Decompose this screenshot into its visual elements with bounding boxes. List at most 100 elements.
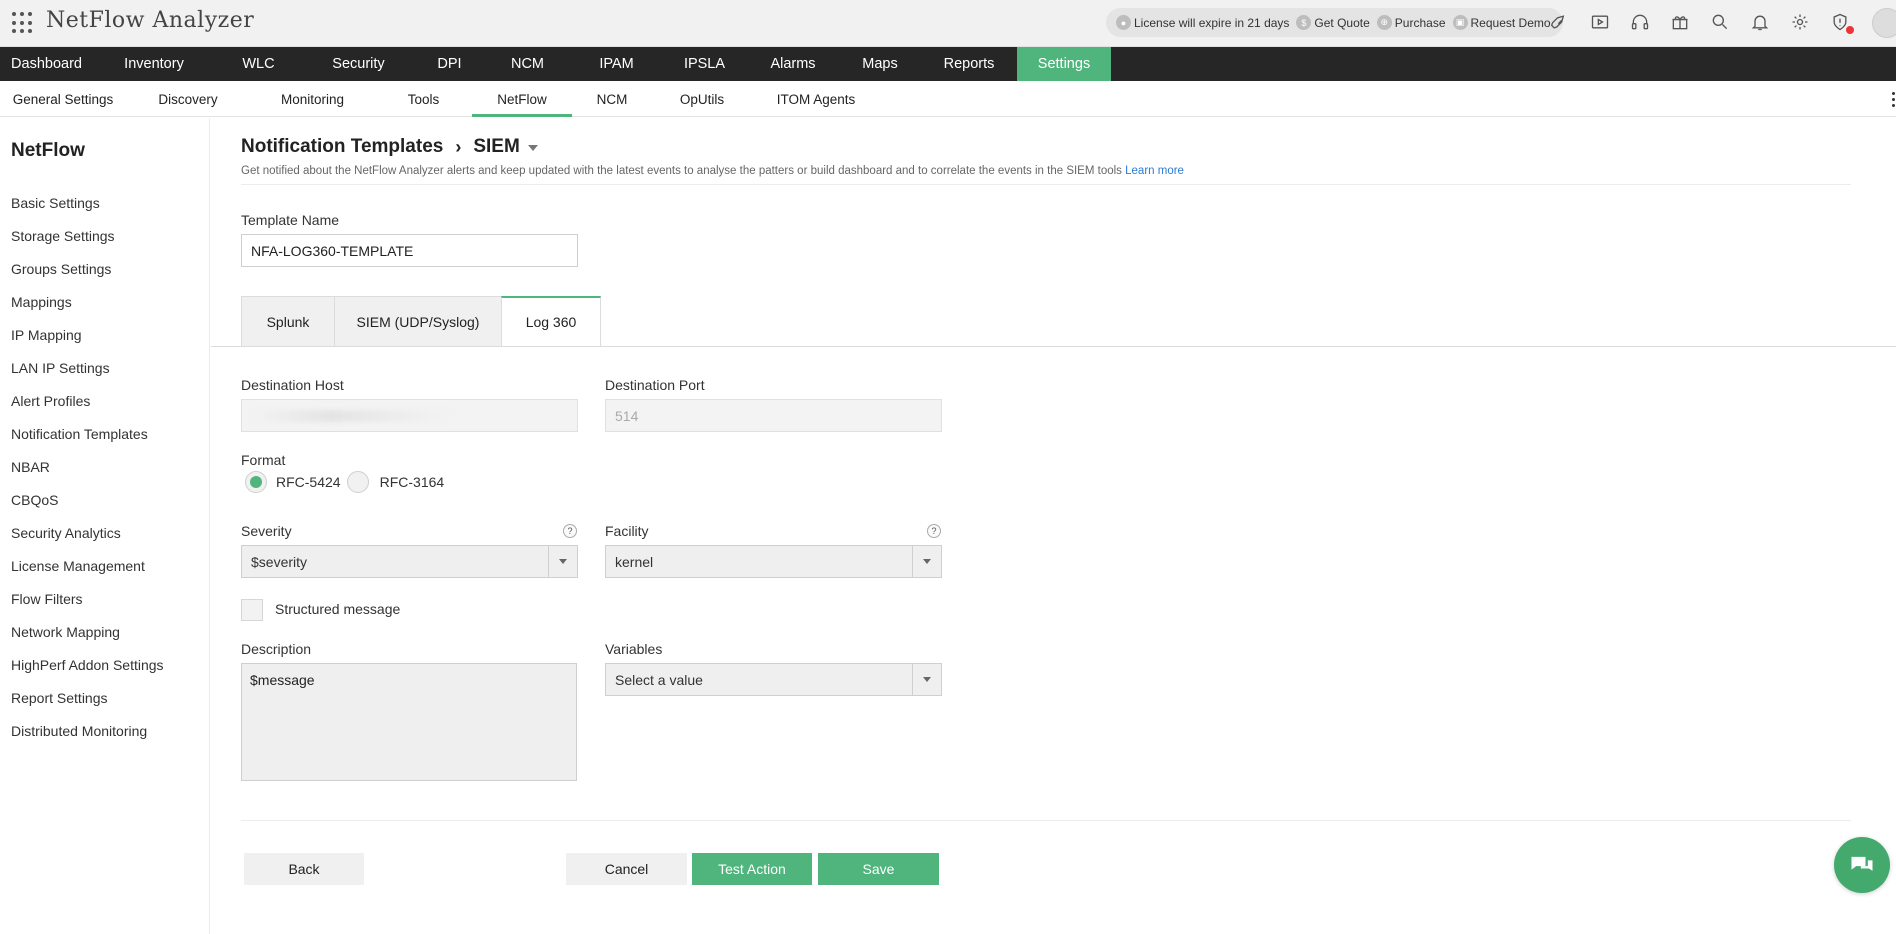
- sidebar-item-flow-filters[interactable]: Flow Filters: [0, 583, 210, 616]
- search-icon[interactable]: [1708, 10, 1732, 34]
- gift-icon[interactable]: [1668, 10, 1692, 34]
- sidebar-item-ip-mapping[interactable]: IP Mapping: [0, 319, 210, 352]
- destination-host-input[interactable]: [241, 399, 578, 432]
- help-icon[interactable]: ?: [927, 524, 941, 538]
- get-quote-link[interactable]: $ Get Quote: [1296, 15, 1370, 30]
- video-icon[interactable]: [1588, 10, 1612, 34]
- sidebar-list: Basic Settings Storage Settings Groups S…: [0, 187, 210, 748]
- nav-security[interactable]: Security: [302, 47, 415, 81]
- sidebar-item-highperf-addon-settings[interactable]: HighPerf Addon Settings: [0, 649, 210, 682]
- facility-select[interactable]: kernel: [605, 545, 942, 578]
- format-radio-group: RFC-5424 RFC-3164: [245, 471, 444, 493]
- purchase-link[interactable]: ⊕ Purchase: [1376, 15, 1446, 30]
- back-button[interactable]: Back: [244, 853, 364, 885]
- radio-rfc3164-label: RFC-3164: [379, 474, 445, 490]
- sidebar-item-network-mapping[interactable]: Network Mapping: [0, 616, 210, 649]
- headset-icon[interactable]: [1628, 10, 1652, 34]
- tab-bar: Splunk SIEM (UDP/Syslog) Log 360: [241, 296, 601, 347]
- variables-select[interactable]: Select a value: [605, 663, 942, 696]
- radio-rfc5424[interactable]: [245, 471, 267, 493]
- chevron-down-icon[interactable]: [912, 664, 941, 695]
- sidebar-title: NetFlow: [11, 140, 85, 161]
- nav-maps[interactable]: Maps: [839, 47, 921, 81]
- nav-ipam[interactable]: IPAM: [571, 47, 662, 81]
- subnav-tools[interactable]: Tools: [375, 81, 472, 117]
- gear-icon[interactable]: [1788, 10, 1812, 34]
- save-button[interactable]: Save: [818, 853, 939, 885]
- template-name-input[interactable]: NFA-LOG360-TEMPLATE: [241, 234, 578, 267]
- test-action-button[interactable]: Test Action: [692, 853, 812, 885]
- sidebar-item-storage-settings[interactable]: Storage Settings: [0, 220, 210, 253]
- tab-log360[interactable]: Log 360: [501, 296, 601, 347]
- tab-splunk[interactable]: Splunk: [241, 296, 335, 347]
- sidebar-item-report-settings[interactable]: Report Settings: [0, 682, 210, 715]
- breadcrumb-current[interactable]: SIEM: [473, 136, 519, 158]
- app-title: NetFlow Analyzer: [46, 8, 255, 33]
- destination-host-label: Destination Host: [241, 377, 344, 393]
- structured-message-checkbox[interactable]: [241, 599, 263, 621]
- avatar[interactable]: [1872, 8, 1896, 38]
- sidebar-item-mappings[interactable]: Mappings: [0, 286, 210, 319]
- more-options-icon[interactable]: [1892, 92, 1896, 108]
- subnav-monitoring[interactable]: Monitoring: [250, 81, 375, 117]
- page-description: Get notified about the NetFlow Analyzer …: [241, 165, 1184, 177]
- chat-icon[interactable]: [1834, 837, 1890, 893]
- sidebar: NetFlow Basic Settings Storage Settings …: [0, 118, 210, 934]
- sidebar-item-basic-settings[interactable]: Basic Settings: [0, 187, 210, 220]
- sidebar-item-groups-settings[interactable]: Groups Settings: [0, 253, 210, 286]
- apps-grid-icon[interactable]: [12, 12, 34, 34]
- help-icon[interactable]: ?: [563, 524, 577, 538]
- sidebar-item-cbqos[interactable]: CBQoS: [0, 484, 210, 517]
- nav-dashboard[interactable]: Dashboard: [0, 47, 93, 81]
- breadcrumb-parent[interactable]: Notification Templates: [241, 136, 443, 158]
- nav-alarms[interactable]: Alarms: [747, 47, 839, 81]
- nav-reports[interactable]: Reports: [921, 47, 1017, 81]
- demo-icon: ▣: [1452, 15, 1468, 30]
- subnav-ncm[interactable]: NCM: [572, 81, 652, 117]
- cancel-button[interactable]: Cancel: [566, 853, 687, 885]
- rocket-icon[interactable]: [1548, 10, 1572, 34]
- sidebar-item-distributed-monitoring[interactable]: Distributed Monitoring: [0, 715, 210, 748]
- chevron-down-icon[interactable]: [548, 546, 577, 577]
- breadcrumb: Notification Templates › SIEM: [241, 136, 538, 158]
- tab-siem-udp-syslog[interactable]: SIEM (UDP/Syslog): [334, 296, 502, 347]
- alert-shield-icon[interactable]: [1828, 10, 1854, 34]
- nav-wlc[interactable]: WLC: [215, 47, 302, 81]
- license-link[interactable]: ● License will expire in 21 days: [1116, 15, 1289, 30]
- request-demo-link[interactable]: ▣ Request Demo: [1452, 15, 1551, 30]
- nav-settings[interactable]: Settings: [1017, 47, 1111, 81]
- sidebar-item-notification-templates[interactable]: Notification Templates: [0, 418, 210, 451]
- nav-ipsla[interactable]: IPSLA: [662, 47, 747, 81]
- destination-port-input[interactable]: 514: [605, 399, 942, 432]
- nav-dpi[interactable]: DPI: [415, 47, 484, 81]
- divider: [241, 820, 1851, 821]
- subnav-itom-agents[interactable]: ITOM Agents: [752, 81, 880, 117]
- sidebar-item-alert-profiles[interactable]: Alert Profiles: [0, 385, 210, 418]
- sidebar-item-lan-ip-settings[interactable]: LAN IP Settings: [0, 352, 210, 385]
- caret-down-icon[interactable]: [527, 145, 538, 151]
- subnav-discovery[interactable]: Discovery: [126, 81, 250, 117]
- subnav-netflow[interactable]: NetFlow: [472, 81, 572, 117]
- top-bar: NetFlow Analyzer ● License will expire in…: [0, 0, 1896, 47]
- promo-bar: ● License will expire in 21 days $ Get Quo…: [1106, 8, 1563, 37]
- radio-rfc3164[interactable]: [346, 471, 369, 493]
- sidebar-item-nbar[interactable]: NBAR: [0, 451, 210, 484]
- severity-label: Severity: [241, 523, 292, 539]
- severity-select[interactable]: $severity: [241, 545, 578, 578]
- template-name-label: Template Name: [241, 212, 340, 228]
- chevron-right-icon: ›: [455, 136, 462, 157]
- bell-icon[interactable]: [1748, 10, 1772, 34]
- subnav-general-settings[interactable]: General Settings: [0, 81, 126, 117]
- variables-label: Variables: [605, 641, 663, 657]
- main-content: Notification Templates › SIEM Get notifi…: [211, 118, 1896, 934]
- chevron-down-icon[interactable]: [912, 546, 941, 577]
- subnav-oputils[interactable]: OpUtils: [652, 81, 752, 117]
- learn-more-link[interactable]: Learn more: [1125, 165, 1184, 177]
- structured-message-label: Structured message: [275, 601, 401, 617]
- sidebar-item-license-management[interactable]: License Management: [0, 550, 210, 583]
- description-textarea[interactable]: $message: [241, 663, 577, 781]
- facility-label: Facility: [605, 523, 649, 539]
- sidebar-item-security-analytics[interactable]: Security Analytics: [0, 517, 210, 550]
- nav-inventory[interactable]: Inventory: [93, 47, 215, 81]
- nav-ncm[interactable]: NCM: [484, 47, 571, 81]
